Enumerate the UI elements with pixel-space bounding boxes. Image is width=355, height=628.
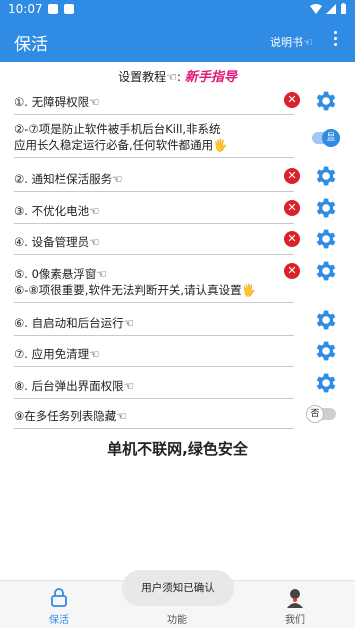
gear-icon[interactable] bbox=[312, 163, 338, 189]
beginner-guide-link[interactable]: 新手指导 bbox=[185, 70, 237, 85]
row-label: ①. 无障碍权限☜ bbox=[14, 95, 100, 109]
close-icon: ✕ bbox=[284, 168, 300, 184]
battery-optimization-row[interactable]: ③. 不优化电池☜ bbox=[14, 203, 294, 224]
row-label: ②. 通知栏保活服务☜ bbox=[14, 172, 123, 186]
nav-label: 我们 bbox=[285, 615, 305, 626]
gear-icon[interactable] bbox=[312, 307, 338, 333]
support-agent-icon bbox=[287, 589, 303, 608]
nav-label: 保活 bbox=[49, 615, 69, 626]
close-icon: ✕ bbox=[284, 263, 300, 279]
app-bar: 保活 说明书☜ bbox=[0, 20, 355, 62]
row-label: ⑨在多任务列表隐藏☜ bbox=[14, 409, 127, 423]
app-lock-row[interactable]: ⑦. 应用免清理☜ bbox=[14, 346, 294, 367]
show-toggle[interactable]: 显 bbox=[312, 129, 340, 147]
more-options-icon[interactable] bbox=[332, 31, 338, 49]
system-icons bbox=[310, 3, 347, 15]
page-title: 保活 bbox=[14, 35, 48, 55]
gear-icon[interactable] bbox=[312, 338, 338, 364]
close-icon: ✕ bbox=[284, 92, 300, 108]
row-label-line1: ②-⑦项是防止软件被手机后台Kill,非系统 bbox=[14, 122, 221, 136]
gear-icon[interactable] bbox=[312, 195, 338, 221]
hide-toggle-knob: 否 bbox=[306, 405, 324, 423]
nav-keepalive[interactable]: 保活 bbox=[0, 581, 118, 628]
gear-icon[interactable] bbox=[312, 258, 338, 284]
floating-window-row[interactable]: ⑤. 0像素悬浮窗☜ ⑥-⑧项很重要,软件无法判断开关,请认真设置🖐 bbox=[14, 266, 294, 303]
wifi-icon bbox=[310, 4, 322, 14]
offline-safe-notice: 单机不联网,绿色安全 bbox=[107, 440, 248, 458]
notification-keepalive-row[interactable]: ②. 通知栏保活服务☜ bbox=[14, 171, 294, 192]
kill-protection-info-row: ②-⑦项是防止软件被手机后台Kill,非系统 应用长久稳定运行必备,任何软件都通… bbox=[14, 121, 294, 158]
row-label-line1: ⑤. 0像素悬浮窗☜ bbox=[14, 267, 107, 281]
manual-button[interactable]: 说明书☜ bbox=[270, 34, 313, 50]
status-time: 10:07 bbox=[8, 2, 43, 16]
row-label: ④. 设备管理员☜ bbox=[14, 235, 100, 249]
gear-icon[interactable] bbox=[312, 226, 338, 252]
close-icon: ✕ bbox=[284, 231, 300, 247]
signal-icon bbox=[326, 4, 336, 14]
autostart-row[interactable]: ⑥. 自启动和后台运行☜ bbox=[14, 315, 294, 336]
device-admin-row[interactable]: ④. 设备管理员☜ bbox=[14, 234, 294, 255]
background-popup-row[interactable]: ⑧. 后台弹出界面权限☜ bbox=[14, 378, 294, 399]
hide-toggle[interactable]: 否 bbox=[306, 405, 336, 423]
nav-about[interactable]: 我们 bbox=[236, 581, 354, 628]
hide-from-recents-row[interactable]: ⑨在多任务列表隐藏☜ bbox=[14, 408, 294, 429]
row-label-line2: ⑥-⑧项很重要,软件无法判断开关,请认真设置🖐 bbox=[14, 283, 256, 297]
show-toggle-knob: 显 bbox=[322, 129, 340, 147]
status-bar: 10:07 bbox=[0, 0, 355, 20]
close-icon: ✕ bbox=[284, 200, 300, 216]
gear-icon[interactable] bbox=[312, 88, 338, 114]
tutorial-label: 设置教程☜: bbox=[118, 70, 181, 84]
row-label-line2: 应用长久稳定运行必备,任何软件都通用🖐 bbox=[14, 138, 228, 152]
lock-icon bbox=[51, 588, 67, 607]
battery-icon bbox=[341, 3, 346, 14]
tutorial-header: 设置教程☜: 新手指导 bbox=[0, 66, 355, 85]
gear-icon[interactable] bbox=[312, 370, 338, 396]
toast-message: 用户须知已确认 bbox=[122, 570, 234, 606]
row-label: ⑦. 应用免清理☜ bbox=[14, 347, 100, 361]
notification-icons bbox=[48, 4, 74, 14]
row-label: ⑧. 后台弹出界面权限☜ bbox=[14, 379, 134, 393]
row-label: ⑥. 自启动和后台运行☜ bbox=[14, 316, 134, 330]
accessibility-permission-row[interactable]: ①. 无障碍权限☜ bbox=[14, 94, 294, 115]
nav-label: 功能 bbox=[167, 615, 187, 626]
notification-icon bbox=[48, 4, 58, 14]
notification-icon bbox=[64, 4, 74, 14]
row-label: ③. 不优化电池☜ bbox=[14, 204, 100, 218]
